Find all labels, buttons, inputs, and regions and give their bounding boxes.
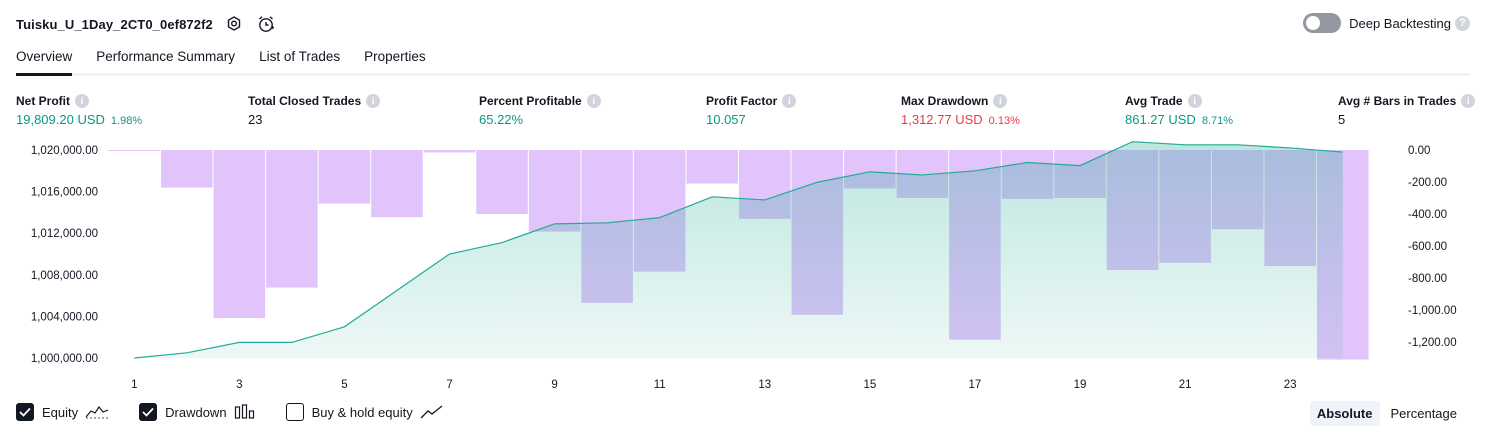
drawdown-bars-icon <box>234 404 256 420</box>
metric-value: 19,809.20 USD <box>16 112 105 127</box>
x-axis-tick-label: 15 <box>863 379 876 391</box>
x-axis-tick-label: 5 <box>341 379 347 391</box>
right-axis-tick-label: -1,000.00 <box>1408 305 1457 317</box>
percentage-mode-button[interactable]: Percentage <box>1384 401 1465 426</box>
drawdown-bar <box>161 150 213 188</box>
left-axis-tick-label: 1,004,000.00 <box>31 311 98 323</box>
left-axis: 1,020,000.00 1,016,000.00 1,012,000.00 1,00… <box>31 145 98 365</box>
x-axis-tick-label: 1 <box>131 379 137 391</box>
equity-checkbox[interactable] <box>16 403 34 421</box>
x-axis-tick-label: 11 <box>654 379 666 391</box>
buy-hold-checkbox[interactable] <box>285 403 304 421</box>
x-axis: 1 3 5 7 9 11 13 15 17 19 21 23 <box>131 379 1297 391</box>
x-axis-tick-label: 7 <box>446 379 452 391</box>
metric-percent: 1.98% <box>110 115 143 127</box>
x-axis-tick-label: 23 <box>1284 379 1297 391</box>
drawdown-bar <box>528 150 581 232</box>
metric-avg-trade: Avg Trade i 861.27 USD 8.71% <box>1125 93 1233 127</box>
metric-profit-factor: Profit Factor i 10.057 <box>706 93 797 127</box>
metric-label: Avg Trade <box>1125 94 1183 108</box>
metric-percent: 8.71% <box>1201 115 1234 127</box>
x-axis-tick-label: 3 <box>236 379 242 391</box>
metric-net-profit: Net Profit i 19,809.20 USD 1.98% <box>16 93 142 127</box>
equity-line-icon <box>85 404 109 420</box>
absolute-mode-button[interactable]: Absolute <box>1309 401 1380 426</box>
drawdown-bar <box>318 150 371 204</box>
metric-value: 861.27 USD <box>1125 112 1196 127</box>
metric-label: Total Closed Trades <box>248 94 362 108</box>
legend-buy-hold[interactable]: Buy & hold equity <box>285 403 444 421</box>
right-axis-tick-label: 0.00 <box>1408 145 1430 157</box>
x-axis-tick-label: 19 <box>1074 379 1087 391</box>
drawdown-bar <box>423 150 476 153</box>
deep-backtesting: Deep Backtesting ? <box>1303 13 1470 33</box>
metric-value: 1,312.77 USD <box>901 112 983 127</box>
legend-label: Drawdown <box>165 404 227 420</box>
tab-properties[interactable]: Properties <box>364 44 426 73</box>
metric-value: 23 <box>248 112 263 127</box>
buy-hold-line-icon <box>420 404 444 420</box>
drawdown-bar <box>266 150 318 288</box>
deep-backtesting-label: Deep Backtesting <box>1349 15 1451 31</box>
info-icon[interactable]: i <box>366 94 381 108</box>
right-axis-tick-label: -200.00 <box>1408 177 1447 189</box>
left-axis-tick-label: 1,020,000.00 <box>31 145 98 157</box>
info-icon[interactable]: i <box>993 94 1008 108</box>
metric-value: 5 <box>1338 112 1346 127</box>
view-mode-switch: Absolute Percentage <box>1306 401 1464 426</box>
right-axis-tick-label: -800.00 <box>1408 273 1447 285</box>
help-icon[interactable]: ? <box>1455 15 1470 31</box>
right-axis-tick-label: -1,200.00 <box>1408 337 1457 349</box>
tab-list-of-trades[interactable]: List of Trades <box>259 44 340 73</box>
deep-backtesting-toggle[interactable] <box>1303 13 1342 33</box>
info-icon[interactable]: i <box>75 94 89 108</box>
strategy-header: Tuisku_U_1Day_2CT0_0ef872f2 <box>16 12 277 36</box>
x-axis-tick-label: 9 <box>551 379 557 391</box>
drawdown-bar <box>686 150 738 184</box>
x-axis-tick-label: 21 <box>1179 379 1192 391</box>
info-icon[interactable]: i <box>586 94 601 108</box>
metric-avg-bars: Avg # Bars in Trades i 5 <box>1338 93 1476 127</box>
metric-label: Net Profit <box>16 94 70 108</box>
right-axis: 0.00 -200.00 -400.00 -600.00 -800.00 -1,000.0… <box>1408 145 1457 349</box>
info-icon[interactable]: i <box>782 94 797 108</box>
right-axis-tick-label: -600.00 <box>1408 241 1447 253</box>
metric-value: 65.22% <box>479 112 524 127</box>
legend-label: Equity <box>42 404 79 420</box>
legend-equity[interactable]: Equity <box>16 403 109 421</box>
drawdown-bar <box>371 150 423 218</box>
left-axis-tick-label: 1,016,000.00 <box>31 187 98 199</box>
report-tabs: Overview Performance Summary List of Tra… <box>16 44 1470 76</box>
alert-clock-icon[interactable] <box>255 13 277 35</box>
metric-max-drawdown: Max Drawdown i 1,312.77 USD 0.13% <box>901 93 1020 127</box>
drawdown-bar <box>213 150 266 318</box>
left-axis-tick-label: 1,000,000.00 <box>31 353 98 365</box>
drawdown-bar <box>108 150 161 151</box>
settings-icon[interactable] <box>223 13 245 35</box>
equity-drawdown-chart: 1,020,000.00 1,016,000.00 1,012,000.00 1,00… <box>31 141 1457 391</box>
metric-label: Profit Factor <box>706 94 778 108</box>
x-axis-tick-label: 17 <box>969 379 982 391</box>
metric-value: 10.057 <box>706 112 746 127</box>
left-axis-tick-label: 1,008,000.00 <box>31 270 98 282</box>
metric-label: Avg # Bars in Trades <box>1338 94 1457 108</box>
info-icon[interactable]: i <box>1461 94 1476 108</box>
tab-performance-summary[interactable]: Performance Summary <box>96 44 235 73</box>
metric-label: Max Drawdown <box>901 94 989 108</box>
left-axis-tick-label: 1,012,000.00 <box>31 228 98 240</box>
metric-percent-profitable: Percent Profitable i 65.22% <box>479 93 601 127</box>
drawdown-bar <box>476 150 528 214</box>
metric-percent: 0.13% <box>988 115 1020 127</box>
info-icon[interactable]: i <box>1187 94 1202 108</box>
legend-label: Buy & hold equity <box>311 404 413 420</box>
right-axis-tick-label: -400.00 <box>1408 209 1447 221</box>
metric-total-closed-trades: Total Closed Trades i 23 <box>248 93 381 127</box>
tab-overview[interactable]: Overview <box>16 44 73 76</box>
x-axis-tick-label: 13 <box>758 379 771 391</box>
legend-drawdown[interactable]: Drawdown <box>139 403 255 421</box>
strategy-name: Tuisku_U_1Day_2CT0_0ef872f2 <box>16 16 213 32</box>
chart-legend: Equity Drawdown Buy & hold equity <box>16 403 474 421</box>
drawdown-checkbox[interactable] <box>139 403 158 421</box>
metric-label: Percent Profitable <box>479 94 582 108</box>
